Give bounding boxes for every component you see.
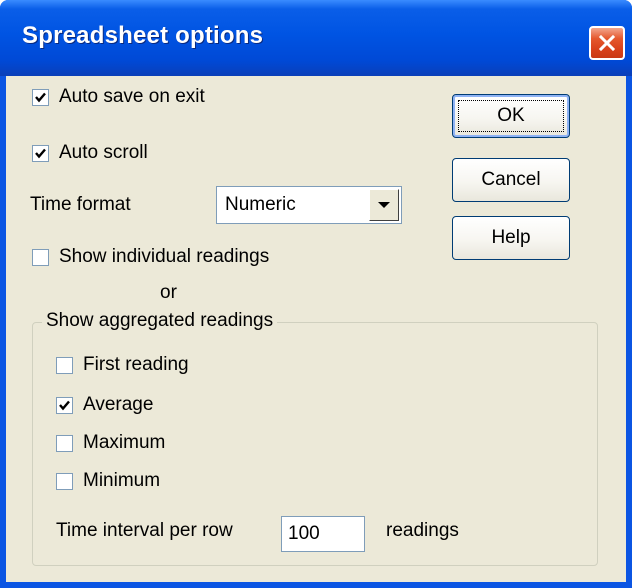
focus-rect (458, 100, 564, 132)
auto-scroll-checkbox-row[interactable]: Auto scroll (32, 142, 148, 164)
dialog-client-area: Auto save on exit Auto scroll Time forma… (6, 76, 626, 582)
title-bar[interactable]: Spreadsheet options (0, 0, 632, 76)
readings-unit-label: readings (386, 520, 459, 541)
auto-scroll-label: Auto scroll (59, 142, 148, 163)
time-format-value: Numeric (225, 194, 296, 215)
check-icon (35, 148, 46, 158)
check-icon (35, 92, 46, 102)
window-bottom-border (0, 582, 632, 588)
time-format-select[interactable]: Numeric (216, 186, 402, 224)
cancel-button[interactable]: Cancel (452, 158, 570, 202)
time-interval-input[interactable]: 100 (281, 516, 365, 552)
dropdown-button[interactable] (369, 189, 399, 221)
average-checkbox-row[interactable]: Average (56, 394, 153, 416)
dialog-window: Spreadsheet options Auto save on exit Au… (0, 0, 632, 588)
show-individual-label: Show individual readings (59, 246, 270, 267)
minimum-checkbox-row[interactable]: Minimum (56, 470, 160, 492)
help-button[interactable]: Help (452, 216, 570, 260)
cancel-button-label: Cancel (481, 169, 541, 190)
average-checkbox[interactable] (56, 396, 73, 414)
show-individual-checkbox-row[interactable]: Show individual readings (32, 246, 269, 268)
help-button-label: Help (491, 227, 531, 248)
maximum-label: Maximum (83, 432, 166, 453)
minimum-label: Minimum (83, 470, 161, 491)
minimum-checkbox[interactable] (56, 472, 73, 490)
first-reading-label: First reading (83, 354, 189, 375)
first-reading-checkbox-row[interactable]: First reading (56, 354, 189, 376)
auto-save-checkbox-row[interactable]: Auto save on exit (32, 86, 205, 108)
maximum-checkbox-row[interactable]: Maximum (56, 432, 165, 454)
close-button[interactable] (589, 26, 625, 60)
show-individual-checkbox[interactable] (32, 248, 49, 266)
chevron-down-icon (378, 202, 390, 208)
maximum-checkbox[interactable] (56, 434, 73, 452)
or-label: or (160, 282, 177, 303)
time-format-label: Time format (30, 194, 131, 215)
auto-scroll-checkbox[interactable] (32, 144, 49, 162)
auto-save-checkbox[interactable] (32, 88, 49, 106)
aggregated-group-label: Show aggregated readings (42, 310, 278, 332)
first-reading-checkbox[interactable] (56, 356, 73, 374)
ok-button[interactable]: OK (452, 94, 570, 138)
average-label: Average (83, 394, 154, 415)
auto-save-label: Auto save on exit (59, 86, 205, 107)
time-interval-label: Time interval per row (56, 520, 233, 541)
window-title: Spreadsheet options (22, 22, 264, 49)
check-icon (59, 400, 70, 410)
close-icon (598, 34, 616, 52)
